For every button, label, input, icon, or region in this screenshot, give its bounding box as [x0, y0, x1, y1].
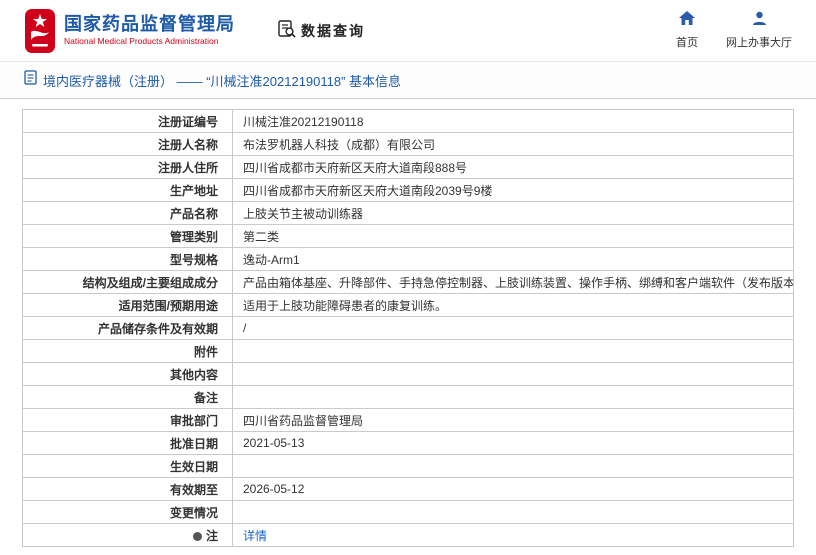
row-label: 有效期至	[23, 478, 233, 501]
table-row: 注详情	[23, 524, 794, 547]
nav-service-hall[interactable]: 网上办事大厅	[726, 11, 792, 50]
details-link[interactable]: 详情	[243, 529, 267, 543]
table-row: 适用范围/预期用途适用于上肢功能障碍患者的康复训练。	[23, 294, 794, 317]
table-row: 变更情况	[23, 501, 794, 524]
row-label: 适用范围/预期用途	[23, 294, 233, 317]
table-row: 注册证编号川械注准20212190118	[23, 110, 794, 133]
row-value: 逸动-Arm1	[233, 248, 794, 271]
document-icon	[24, 70, 37, 90]
row-value: 2021-05-13	[233, 432, 794, 455]
row-label: 型号规格	[23, 248, 233, 271]
info-table-body: 注册证编号川械注准20212190118注册人名称布法罗机器人科技（成都）有限公…	[23, 110, 794, 547]
row-label: 变更情况	[23, 501, 233, 524]
table-row: 产品储存条件及有效期/	[23, 317, 794, 340]
table-row: 附件	[23, 340, 794, 363]
info-table-wrap: 注册证编号川械注准20212190118注册人名称布法罗机器人科技（成都）有限公…	[0, 99, 816, 547]
data-query-tab[interactable]: 数据查询	[277, 19, 365, 43]
table-row: 有效期至2026-05-12	[23, 478, 794, 501]
row-value: 产品由箱体基座、升降部件、手持急停控制器、上肢训练装置、操作手柄、绑缚和客户端软…	[233, 271, 794, 294]
table-row: 备注	[23, 386, 794, 409]
data-query-label: 数据查询	[301, 21, 365, 41]
table-row: 生效日期	[23, 455, 794, 478]
table-row: 生产地址四川省成都市天府新区天府大道南段2039号9楼	[23, 179, 794, 202]
nav-service-hall-label: 网上办事大厅	[726, 34, 792, 50]
table-row: 管理类别第二类	[23, 225, 794, 248]
row-value: 布法罗机器人科技（成都）有限公司	[233, 133, 794, 156]
document-search-icon	[277, 19, 296, 43]
table-row: 审批部门四川省药品监督管理局	[23, 409, 794, 432]
table-row: 批准日期2021-05-13	[23, 432, 794, 455]
home-icon	[679, 11, 695, 31]
nav-home-label: 首页	[676, 34, 698, 50]
row-label: 管理类别	[23, 225, 233, 248]
row-label: 审批部门	[23, 409, 233, 432]
row-value: 适用于上肢功能障碍患者的康复训练。	[233, 294, 794, 317]
table-row: 注册人住所四川省成都市天府新区天府大道南段888号	[23, 156, 794, 179]
row-label: 注册人名称	[23, 133, 233, 156]
row-label: 其他内容	[23, 363, 233, 386]
table-row: 型号规格逸动-Arm1	[23, 248, 794, 271]
row-label: 产品储存条件及有效期	[23, 317, 233, 340]
row-label: 批准日期	[23, 432, 233, 455]
person-icon	[752, 11, 767, 31]
row-label: 附件	[23, 340, 233, 363]
row-value	[233, 501, 794, 524]
row-value: 2026-05-12	[233, 478, 794, 501]
row-value: 四川省成都市天府新区天府大道南段2039号9楼	[233, 179, 794, 202]
row-value	[233, 363, 794, 386]
page-title: 境内医疗器械（注册） —— “川械注准20212190118” 基本信息	[43, 71, 401, 90]
agency-subtitle: National Medical Products Administration	[64, 37, 235, 47]
row-label: 生产地址	[23, 179, 233, 202]
table-row: 结构及组成/主要组成成分产品由箱体基座、升降部件、手持急停控制器、上肢训练装置、…	[23, 271, 794, 294]
row-label: 注	[23, 524, 233, 547]
info-table: 注册证编号川械注准20212190118注册人名称布法罗机器人科技（成都）有限公…	[22, 109, 794, 547]
row-value: 上肢关节主被动训练器	[233, 202, 794, 225]
agency-brand[interactable]: 国家药品监督管理局 National Medical Products Admi…	[24, 8, 235, 54]
row-value: 四川省成都市天府新区天府大道南段888号	[233, 156, 794, 179]
row-label: 产品名称	[23, 202, 233, 225]
row-label: 注册人住所	[23, 156, 233, 179]
brand-text: 国家药品监督管理局 National Medical Products Admi…	[64, 14, 235, 46]
breadcrumb: 境内医疗器械（注册） —— “川械注准20212190118” 基本信息	[0, 62, 816, 99]
row-label: 生效日期	[23, 455, 233, 478]
row-value	[233, 455, 794, 478]
note-icon	[193, 532, 202, 541]
row-value: 第二类	[233, 225, 794, 248]
row-value: 详情	[233, 524, 794, 547]
agency-title: 国家药品监督管理局	[64, 14, 235, 35]
row-label: 结构及组成/主要组成成分	[23, 271, 233, 294]
row-value	[233, 386, 794, 409]
row-value: 川械注准20212190118	[233, 110, 794, 133]
nmpa-emblem-logo	[24, 8, 56, 54]
row-label: 注册证编号	[23, 110, 233, 133]
table-row: 其他内容	[23, 363, 794, 386]
row-value: 四川省药品监督管理局	[233, 409, 794, 432]
row-value	[233, 340, 794, 363]
table-row: 产品名称上肢关节主被动训练器	[23, 202, 794, 225]
row-value: /	[233, 317, 794, 340]
top-nav: 首页 网上办事大厅	[676, 11, 792, 50]
nav-home[interactable]: 首页	[676, 11, 698, 50]
row-label: 备注	[23, 386, 233, 409]
site-header: 国家药品监督管理局 National Medical Products Admi…	[0, 0, 816, 62]
table-row: 注册人名称布法罗机器人科技（成都）有限公司	[23, 133, 794, 156]
